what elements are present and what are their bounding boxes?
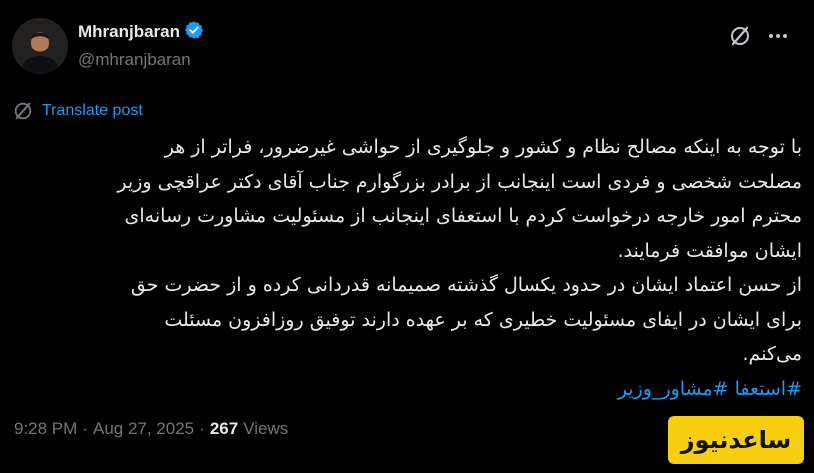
post-text-line: محترم امور خارجه درخواست کردم با استعفای…	[124, 205, 802, 227]
post-text-line: ایشان موافقت فرمایند.	[617, 239, 802, 262]
translate-post-label[interactable]: Translate post	[42, 102, 143, 120]
post-date[interactable]: Aug 27, 2025	[93, 419, 194, 439]
avatar[interactable]	[12, 18, 68, 74]
watermark-logo: ساعدنیوز	[668, 416, 804, 464]
verified-badge-icon	[184, 20, 204, 44]
grok-button[interactable]	[726, 22, 754, 50]
author-name-row[interactable]: Mhranjbaran	[78, 20, 204, 44]
grok-icon	[731, 26, 749, 46]
views-label: Views	[243, 419, 289, 438]
post-meta: 9:28 PM · Aug 27, 2025 · 267 Views	[14, 419, 288, 439]
more-options-button[interactable]	[764, 22, 792, 50]
post-text-line: می‌کنم.	[742, 343, 802, 365]
post-text: با توجه به اینکه مصالح نظام و کشور و جلو…	[16, 130, 802, 406]
post-time[interactable]: 9:28 PM	[14, 419, 77, 439]
hashtag-link[interactable]: #استعفا	[735, 378, 802, 400]
author-display-name[interactable]: Mhranjbaran	[78, 22, 180, 42]
meta-separator: ·	[199, 419, 205, 438]
meta-separator: ·	[82, 419, 88, 438]
more-icon	[769, 34, 787, 38]
hashtag-link[interactable]: #مشاور_وزیر	[618, 378, 729, 400]
translate-post-link[interactable]: Translate post	[12, 100, 143, 122]
post-text-line: مصلحت شخصی و فردی است اینجانب از برادر ب…	[117, 170, 802, 193]
author-handle[interactable]: @mhranjbaran	[78, 50, 191, 70]
avatar-image	[12, 18, 68, 74]
hashtags: #استعفا #مشاور_وزیر	[16, 372, 802, 407]
views-count: 267	[209, 419, 239, 438]
post-text-line: از حسن اعتماد ایشان در حدود یکسال گذشته …	[130, 274, 802, 296]
translate-icon	[14, 102, 32, 120]
post-text-line: با توجه به اینکه مصالح نظام و کشور و جلو…	[164, 136, 802, 158]
post-text-line: برای ایشان در ایفای مسئولیت خطیری که بر …	[164, 308, 802, 331]
